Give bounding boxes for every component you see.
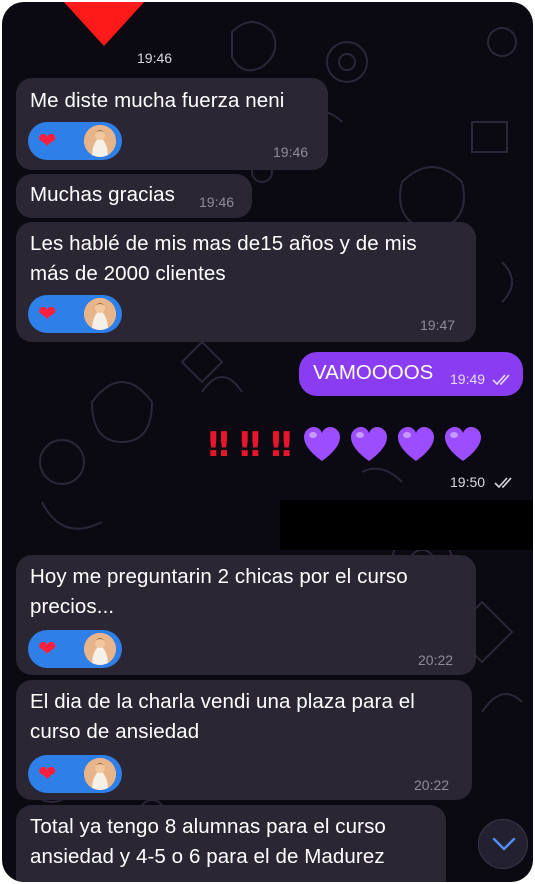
red-heart-icon: ❤ (38, 636, 57, 661)
avatar (84, 633, 116, 665)
redacted-area (280, 500, 533, 550)
reaction-pill[interactable]: ❤ (28, 755, 122, 793)
chat-screen: 19:46 Me diste mucha fuerza neni ❤ 19:46… (2, 2, 533, 882)
message-text: El dia de la charla vendi una plaza para… (30, 690, 415, 743)
message-time: 20:22 (418, 652, 454, 668)
incoming-message[interactable]: Muchas gracias 19:46 (16, 174, 252, 218)
reaction-pill[interactable]: ❤ (28, 122, 122, 160)
red-heart-icon: ❤ (38, 301, 57, 326)
avatar (84, 298, 116, 330)
message-text: Total ya tengo 8 alumnas para el curso a… (30, 815, 386, 868)
message-text: Muchas gracias (30, 183, 175, 206)
reaction-pill[interactable]: ❤ (28, 630, 122, 668)
message-time: 19:50 (450, 474, 486, 490)
reaction-pill[interactable]: ❤ (28, 295, 122, 333)
incoming-message[interactable]: Me diste mucha fuerza neni ❤ 19:46 (16, 78, 328, 170)
message-time: 19:49 (450, 371, 486, 387)
message-text: VAMOOOOS (313, 361, 434, 384)
incoming-message[interactable]: Total ya tengo 8 alumnas para el curso a… (16, 805, 446, 882)
purple-heart-icon (350, 427, 387, 461)
message-time: 19:47 (420, 317, 456, 333)
timestamp: 19:46 (137, 50, 173, 66)
message-text: Me diste mucha fuerza neni (30, 89, 285, 112)
chevron-down-icon (492, 837, 516, 851)
incoming-message[interactable]: Les hablé de mis mas de15 años y de mis … (16, 222, 476, 342)
scroll-down-button[interactable] (478, 819, 528, 869)
avatar (84, 758, 116, 790)
outgoing-message[interactable]: VAMOOOOS 19:49 (299, 352, 523, 396)
red-heart-icon: ❤ (38, 128, 57, 153)
emoji-message[interactable]: ‼ ‼ ‼ (208, 422, 490, 468)
red-heart-icon: ❤ (38, 761, 57, 786)
avatar (84, 125, 116, 157)
double-exclamation-emoji: ‼ (208, 425, 229, 465)
purple-heart-icon (303, 427, 340, 461)
purple-heart-icon (397, 427, 434, 461)
double-exclamation-emoji: ‼ (239, 425, 260, 465)
incoming-message[interactable]: El dia de la charla vendi una plaza para… (16, 680, 472, 800)
double-check-icon (492, 374, 510, 386)
incoming-message[interactable]: Hoy me preguntarin 2 chicas por el curso… (16, 555, 476, 675)
double-exclamation-emoji: ‼ (270, 425, 292, 465)
double-check-icon (494, 477, 512, 489)
message-text: Hoy me preguntarin 2 chicas por el curso… (30, 565, 408, 618)
message-time: 19:46 (199, 194, 235, 210)
message-time: 19:46 (273, 144, 309, 160)
message-text: Les hablé de mis mas de15 años y de mis … (30, 232, 417, 285)
message-time: 20:22 (414, 777, 450, 793)
red-triangle-marker (62, 2, 146, 46)
purple-heart-icon (444, 427, 481, 461)
